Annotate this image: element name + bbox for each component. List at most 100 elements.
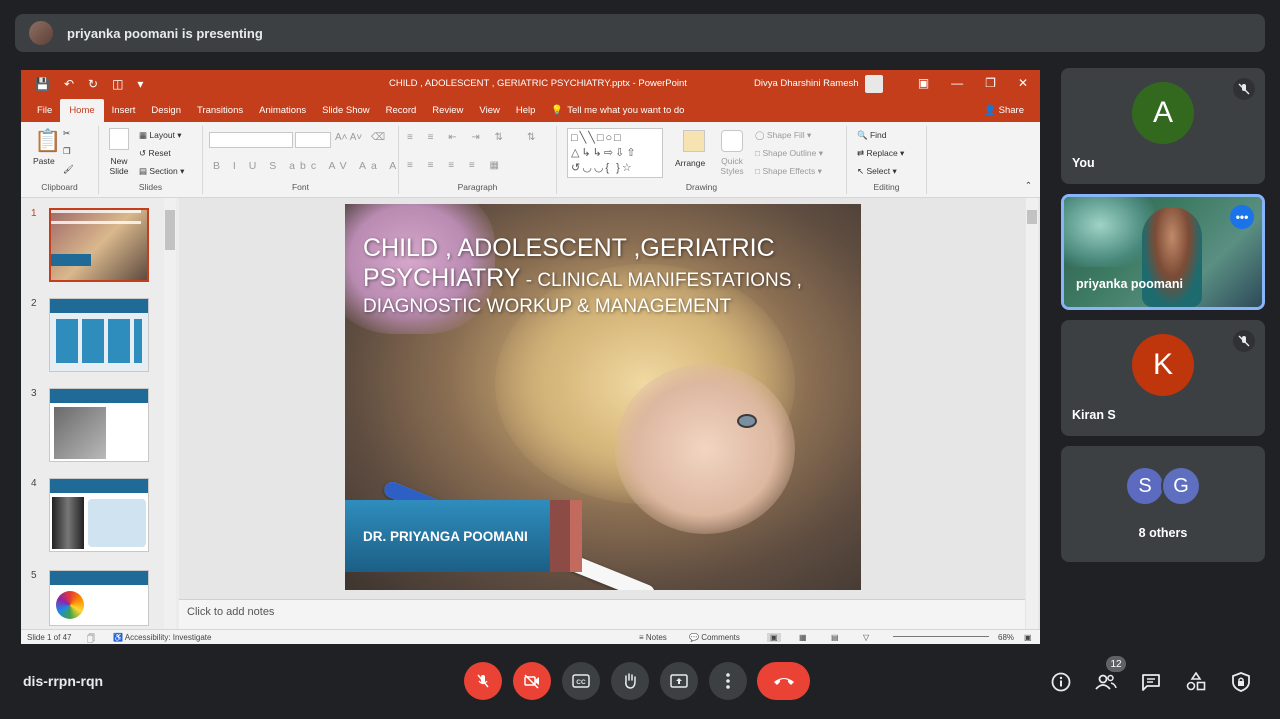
captions-button[interactable]: CC [562,662,600,700]
undo-icon[interactable]: ↶ [64,77,74,91]
tab-help[interactable]: Help [508,105,544,122]
more-options-icon[interactable]: ••• [1230,205,1254,229]
present-now-button[interactable] [660,662,698,700]
slide-show-icon[interactable]: ▽ [863,633,869,642]
tab-home[interactable]: Home [60,99,104,122]
user-name[interactable]: Divya Dharshini Ramesh [754,78,859,89]
info-icon [1051,672,1071,692]
tab-review[interactable]: Review [424,105,471,122]
thumbnail-slide-2[interactable] [49,298,149,372]
fit-slide-icon[interactable]: ▣ [1024,633,1032,642]
shape-outline-button[interactable]: □ Shape Outline ▾ [755,148,823,159]
host-controls-button[interactable] [1229,670,1253,694]
current-slide[interactable]: CHILD , ADOLESCENT ,GERIATRIC PSYCHIATRY… [345,204,861,590]
chat-button[interactable] [1139,670,1163,694]
font-size-input[interactable] [295,132,331,148]
status-bar: Slide 1 of 47 🗍 ♿ Accessibility: Investi… [21,629,1040,644]
notes-toggle[interactable]: ≡ Notes [639,633,667,642]
format-painter-icon[interactable]: 🖌 [63,164,74,175]
replace-button[interactable]: ⇄ Replace ▾ [857,148,904,159]
section-button[interactable]: ▤ Section ▾ [139,166,184,177]
tab-view[interactable]: View [471,105,507,122]
quick-styles-button[interactable]: Quick Styles [717,156,747,176]
restore-icon[interactable]: ❐ [985,76,996,90]
shapes-gallery[interactable]: □╲╲□○□ △↳↳⇨⇩⇧ ↺◡◡{ }☆ [567,128,663,178]
participant-tile-presenter[interactable]: ••• priyanka poomani [1061,194,1265,310]
accessibility-status[interactable]: ♿ Accessibility: Investigate [113,633,211,642]
thumbnails-scrollbar[interactable] [164,198,176,629]
clear-format-icon[interactable]: ⌫ [371,132,385,143]
tell-me-search[interactable]: Tell me what you want to do [567,105,692,122]
redo-icon[interactable]: ↻ [88,77,98,91]
more-options-button[interactable] [709,662,747,700]
save-icon[interactable]: 💾 [35,77,50,91]
spellcheck-icon[interactable]: 🗍 [87,633,95,644]
participant-tile-kiran[interactable]: K Kiran S [1061,320,1265,436]
arrange-button[interactable]: Arrange [675,158,705,168]
cut-icon[interactable]: ✂ [63,128,70,139]
tab-slide-show[interactable]: Slide Show [314,105,378,122]
reset-button[interactable]: ↺ Reset [139,148,171,159]
paste-icon[interactable]: 📋 [34,128,61,154]
new-slide-icon[interactable] [109,128,129,150]
notes-pane[interactable]: Click to add notes [179,599,1025,629]
collapse-ribbon-icon[interactable]: ⌃ [1025,180,1032,191]
ribbon-display-icon[interactable]: ▣ [918,76,929,90]
tab-insert[interactable]: Insert [104,105,144,122]
participant-name: priyanka poomani [1076,277,1183,291]
slide-scrollbar[interactable] [1026,198,1038,599]
normal-view-icon[interactable]: ▣ [767,633,781,642]
thumbnail-slide-1[interactable] [49,208,149,282]
mic-toggle-button[interactable] [464,662,502,700]
people-button[interactable] [1094,670,1118,694]
close-icon[interactable]: ✕ [1018,76,1028,90]
present-icon [670,674,688,688]
tab-design[interactable]: Design [143,105,189,122]
find-label: Find [869,130,887,140]
avatar-initial: G [1173,474,1189,497]
activities-button[interactable] [1184,670,1208,694]
thumbnail-slide-4[interactable] [49,478,149,552]
user-avatar-icon[interactable] [865,75,883,93]
notes-scrollbar[interactable] [1026,599,1038,629]
thumbnail-slide-3[interactable] [49,388,149,462]
participant-tile-you[interactable]: A You [1061,68,1265,184]
copy-icon[interactable]: ❐ [63,146,71,157]
share-label: Share [998,105,1024,116]
list-icons[interactable]: ≡ ≡ ⇤ ⇥ ⇅ [407,132,509,143]
meeting-details-button[interactable] [1049,670,1073,694]
minimize-icon[interactable]: — [951,76,963,90]
increase-font-icon[interactable]: A˄ A˅ [335,132,362,143]
start-from-beginning-icon[interactable]: ◫ [112,77,123,91]
tab-animations[interactable]: Animations [251,105,314,122]
paste-button[interactable]: Paste [33,156,55,166]
raise-hand-button[interactable] [611,662,649,700]
zoom-slider[interactable] [893,636,989,637]
tab-record[interactable]: Record [378,105,425,122]
shape-fill-button[interactable]: ◯ Shape Fill ▾ [755,130,811,141]
share-button[interactable]: 👤 Share [984,105,1024,116]
layout-button[interactable]: ▦ Layout ▾ [139,130,182,141]
text-direction-icon[interactable]: ⇅ [527,132,535,143]
participant-tile-others[interactable]: S G 8 others [1061,446,1265,562]
find-button[interactable]: 🔍 Find [857,130,887,141]
align-icons[interactable]: ≡ ≡ ≡ ≡ ▦ [407,160,505,171]
zoom-level[interactable]: 68% [998,633,1014,642]
quick-styles-icon[interactable] [721,130,743,152]
shape-effects-button[interactable]: □ Shape Effects ▾ [755,166,822,177]
arrange-icon[interactable] [683,130,705,152]
font-name-input[interactable] [209,132,293,148]
camera-toggle-button[interactable] [513,662,551,700]
leave-call-button[interactable] [757,662,810,700]
new-slide-button[interactable]: New Slide [105,156,133,176]
comments-toggle[interactable]: 💬 Comments [689,633,740,642]
customize-toolbar-icon[interactable]: ▾ [137,77,143,91]
slide-title-line3: DIAGNOSTIC WORKUP & MANAGEMENT [363,296,732,317]
slide-sorter-icon[interactable]: ▦ [799,633,807,642]
select-button[interactable]: ↖ Select ▾ [857,166,897,177]
reading-view-icon[interactable]: ▤ [831,633,839,642]
thumbnail-slide-5[interactable] [49,570,149,626]
tab-transitions[interactable]: Transitions [189,105,251,122]
font-format-icons[interactable]: B I U S abc AV Aa A [213,160,401,172]
tab-file[interactable]: File [21,105,60,122]
